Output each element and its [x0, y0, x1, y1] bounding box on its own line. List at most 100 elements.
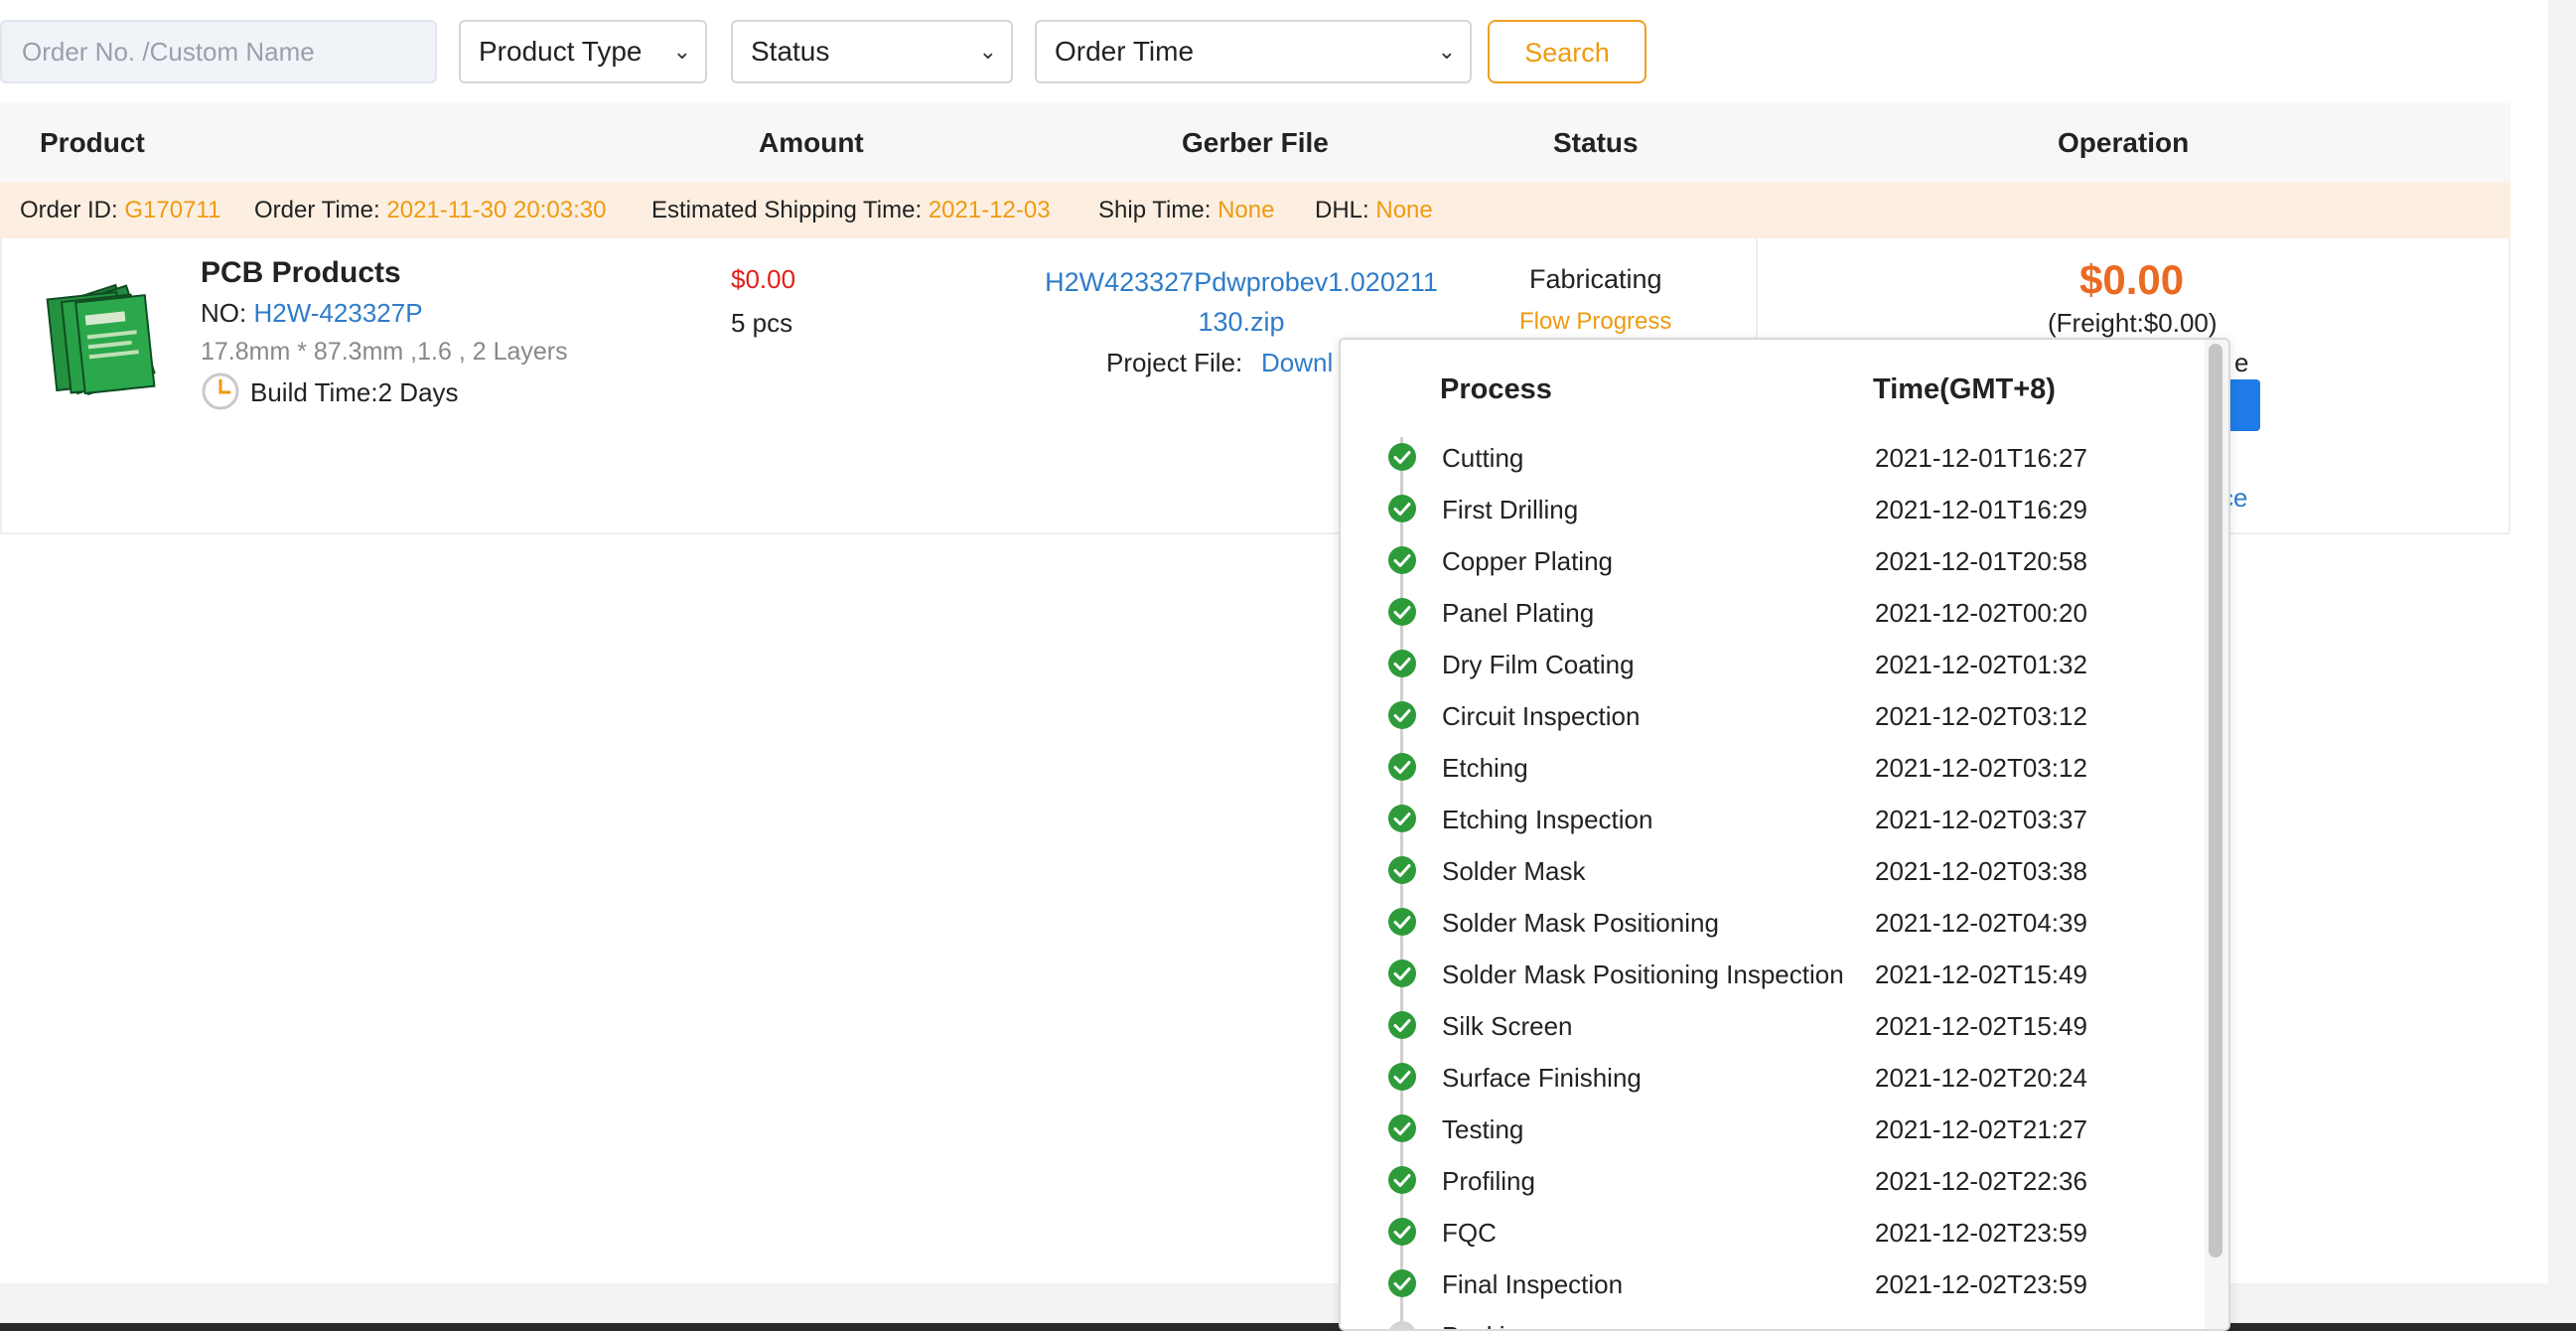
header-status: Status — [1553, 127, 1639, 158]
process-step: Solder Mask Positioning 2021-12-02T04:39 — [1341, 902, 2215, 954]
order-time-label: Order Time: — [254, 197, 380, 223]
check-circle-icon — [1388, 1218, 1416, 1246]
process-header: Process — [1440, 373, 1552, 405]
product-type-select[interactable]: Product Type ⌄ — [459, 20, 707, 83]
process-step-time: 2021-12-01T20:58 — [1875, 546, 2087, 576]
process-step-time: 2021-12-01T16:27 — [1875, 443, 2087, 473]
process-step: Final Inspection 2021-12-02T23:59 — [1341, 1263, 2215, 1315]
header-amount: Amount — [759, 127, 864, 158]
process-step: Testing 2021-12-02T21:27 — [1341, 1109, 2215, 1160]
product-spec: 17.8mm * 87.3mm ,1.6 , 2 Layers — [201, 338, 568, 366]
dhl: DHL: None — [1315, 183, 1433, 238]
process-step: Dry Film Coating 2021-12-02T01:32 — [1341, 644, 2215, 695]
project-file-label: Project File: — [1106, 348, 1243, 377]
operation-text-partial: e — [2234, 348, 2249, 377]
clock-icon — [202, 372, 239, 410]
pcb-product-image — [46, 283, 156, 396]
check-circle-icon — [1388, 443, 1416, 471]
estimated-shipping-value: 2021-12-03 — [928, 197, 1051, 223]
estimated-shipping-label: Estimated Shipping Time: — [651, 197, 923, 223]
process-step: Surface Finishing 2021-12-02T20:24 — [1341, 1057, 2215, 1109]
process-step: FQC 2021-12-02T23:59 — [1341, 1212, 2215, 1263]
chevron-down-icon: ⌄ — [1437, 39, 1456, 64]
flow-progress-link[interactable]: Flow Progress — [1519, 308, 1671, 336]
order-id-value: G170711 — [124, 197, 221, 223]
popover-scrollbar[interactable] — [2205, 340, 2228, 1329]
process-step-time: 2021-12-01T16:29 — [1875, 495, 2087, 524]
status-select[interactable]: Status ⌄ — [731, 20, 1013, 83]
process-step-time: 2021-12-02T03:12 — [1875, 753, 2087, 783]
process-step-time: 2021-12-02T21:27 — [1875, 1114, 2087, 1144]
process-step-time: 2021-12-02T03:12 — [1875, 701, 2087, 731]
ship-time: Ship Time: None — [1098, 183, 1274, 238]
process-step-time: 2021-12-02T15:49 — [1875, 960, 2087, 989]
process-step-name: Etching Inspection — [1442, 805, 1653, 834]
check-circle-icon — [1388, 1269, 1416, 1297]
circle-icon — [1389, 1321, 1415, 1329]
order-search-input[interactable]: Order No. /Custom Name — [0, 20, 437, 83]
chevron-down-icon: ⌄ — [672, 39, 691, 64]
check-circle-icon — [1388, 495, 1416, 522]
check-circle-icon — [1388, 1011, 1416, 1039]
product-number: NO: H2W-423327P — [201, 298, 423, 329]
process-step-time: 2021-12-02T20:24 — [1875, 1063, 2087, 1093]
check-circle-icon — [1388, 1166, 1416, 1194]
check-circle-icon — [1388, 908, 1416, 936]
process-step: Silk Screen 2021-12-02T15:49 — [1341, 1005, 2215, 1057]
gerber-file-link[interactable]: H2W423327Pdwprobev1.020211130.zip — [1043, 262, 1440, 342]
process-step-name: Profiling — [1442, 1166, 1535, 1196]
process-step: Etching 2021-12-02T03:12 — [1341, 747, 2215, 799]
process-step-time: 2021-12-02T23:59 — [1875, 1218, 2087, 1248]
build-time: Build Time:2 Days — [250, 377, 459, 407]
process-step-time: 2021-12-02T15:49 — [1875, 1011, 2087, 1041]
check-circle-icon — [1388, 650, 1416, 677]
dhl-label: DHL: — [1315, 197, 1369, 223]
process-step-time: 2021-12-02T23:59 — [1875, 1269, 2087, 1299]
process-step-name: Packing — [1442, 1321, 1534, 1329]
process-step-time: 2021-12-02T01:32 — [1875, 650, 2087, 679]
order-time-value: 2021-11-30 20:03:30 — [386, 197, 607, 223]
check-circle-icon — [1388, 546, 1416, 574]
process-step-name: Dry Film Coating — [1442, 650, 1635, 679]
product-type-select-label: Product Type — [479, 36, 643, 67]
page-gutter — [2548, 0, 2576, 1283]
process-step-name: Solder Mask Positioning Inspection — [1442, 960, 1844, 989]
process-step-time: 2021-12-02T03:37 — [1875, 805, 2087, 834]
product-number-link[interactable]: H2W-423327P — [253, 298, 422, 328]
check-circle-icon — [1388, 1114, 1416, 1142]
check-circle-icon — [1388, 1063, 1416, 1091]
flow-progress-popover: Process Time(GMT+8) Cutting 2021-12-01T16… — [1339, 338, 2230, 1331]
status-select-label: Status — [751, 36, 830, 67]
process-step-name: Testing — [1442, 1114, 1524, 1144]
project-file-download-link[interactable]: Downl — [1261, 348, 1333, 378]
process-step-time: 2021-12-02T00:20 — [1875, 598, 2087, 628]
process-step: Packing — [1341, 1315, 2215, 1329]
freight-amount: (Freight:$0.00) — [2048, 308, 2218, 338]
process-step-name: Solder Mask — [1442, 856, 1586, 886]
process-step: Copper Plating 2021-12-01T20:58 — [1341, 540, 2215, 592]
order-quantity: 5 pcs — [731, 308, 793, 338]
chevron-down-icon: ⌄ — [978, 39, 997, 64]
header-product: Product — [40, 127, 145, 158]
popover-scrollbar-thumb[interactable] — [2209, 344, 2222, 1257]
process-step-name: Surface Finishing — [1442, 1063, 1642, 1093]
check-circle-icon — [1388, 598, 1416, 626]
ship-time-label: Ship Time: — [1098, 197, 1212, 223]
product-number-label: NO: — [201, 298, 247, 328]
process-step-name: Cutting — [1442, 443, 1524, 473]
order-status: Fabricating — [1529, 264, 1662, 294]
header-operation: Operation — [2058, 127, 2190, 158]
order-time-select-label: Order Time — [1055, 36, 1195, 67]
dhl-value: None — [1375, 197, 1433, 223]
process-step-name: Circuit Inspection — [1442, 701, 1641, 731]
order-time-select[interactable]: Order Time ⌄ — [1035, 20, 1472, 83]
process-step: Profiling 2021-12-02T22:36 — [1341, 1160, 2215, 1212]
process-step: Cutting 2021-12-01T16:27 — [1341, 437, 2215, 489]
process-step-name: Solder Mask Positioning — [1442, 908, 1719, 938]
order-info-bar: Order ID: G170711 Order Time: 2021-11-30… — [0, 183, 2510, 238]
process-step-time: 2021-12-02T04:39 — [1875, 908, 2087, 938]
search-button[interactable]: Search — [1488, 20, 1646, 83]
process-step-name: FQC — [1442, 1218, 1497, 1248]
ship-time-value: None — [1217, 197, 1275, 223]
process-step-name: First Drilling — [1442, 495, 1579, 524]
